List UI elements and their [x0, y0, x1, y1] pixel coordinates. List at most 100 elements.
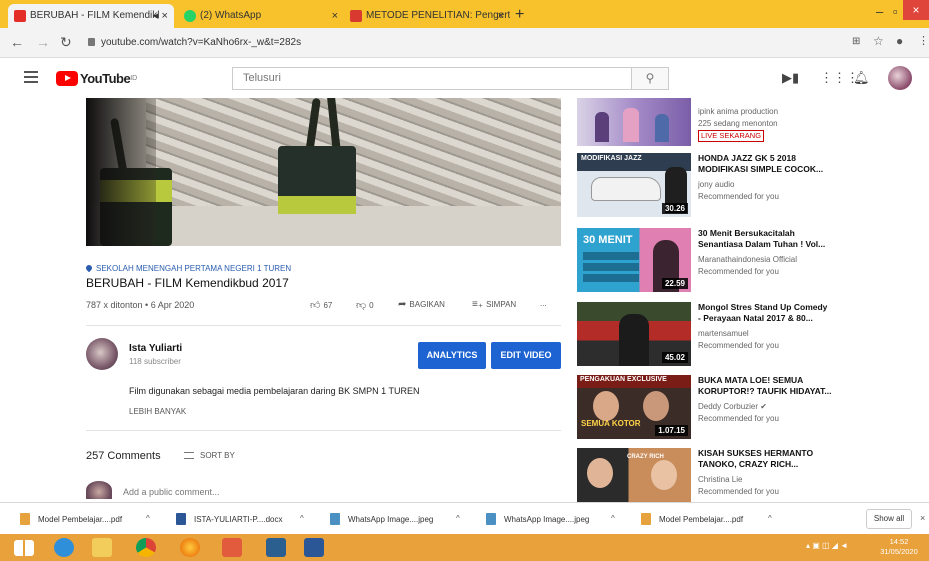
- sort-by-button[interactable]: SORT BY: [184, 451, 235, 460]
- m-favicon-icon: [350, 10, 362, 22]
- thumb-text: MODIFIKASI JAZZ: [581, 155, 642, 162]
- minimize-icon[interactable]: –: [876, 4, 883, 19]
- search-button[interactable]: ⚲: [631, 67, 669, 90]
- region-code: ID: [130, 74, 138, 82]
- channel-name[interactable]: Ista Yuliarti: [129, 343, 182, 354]
- download-filename: WhatsApp Image....jpeg: [348, 515, 434, 524]
- tab-whatsapp[interactable]: (2) WhatsApp ×: [178, 4, 344, 28]
- related-title-line: - Perayaan Natal 2017 & 80...: [698, 313, 813, 323]
- terminal-app-icon[interactable]: [266, 538, 286, 557]
- pdf-file-icon: [20, 513, 30, 525]
- related-title-line: KORUPTOR!? TAUFIK HIDAYAT...: [698, 386, 832, 396]
- related-thumbnail[interactable]: CRAZY RICH: [577, 448, 691, 502]
- download-item[interactable]: Model Pembelajar....pdf: [641, 513, 743, 525]
- download-filename: Model Pembelajar....pdf: [38, 515, 123, 524]
- download-item[interactable]: ISTA-YULIARTI-P....docx: [176, 513, 282, 525]
- related-thumbnail[interactable]: MODIFIKASI JAZZ 30.26: [577, 153, 691, 217]
- chevron-up-icon[interactable]: ^: [611, 514, 615, 523]
- add-comment-input[interactable]: Add a public comment...: [123, 487, 220, 497]
- related-title-line: BUKA MATA LOE! SEMUA: [698, 375, 804, 385]
- channel-avatar[interactable]: [86, 338, 118, 370]
- related-channel: jony audio: [698, 180, 735, 189]
- forward-arrow-icon[interactable]: →: [36, 34, 50, 50]
- chrome-icon[interactable]: [136, 538, 156, 557]
- tab-close-icon[interactable]: ◂ ×: [153, 4, 168, 28]
- location-pin-icon: [84, 263, 94, 273]
- firefox-icon[interactable]: [180, 538, 200, 557]
- thumbs-down-icon: 👎︎: [356, 300, 367, 311]
- share-button[interactable]: ➦ BAGIKAN: [398, 299, 445, 310]
- windows-start-icon[interactable]: [14, 540, 34, 556]
- download-item[interactable]: WhatsApp Image....jpeg: [486, 513, 589, 525]
- window-close-icon[interactable]: ×: [903, 0, 929, 20]
- dislike-button[interactable]: 👎︎ 0: [356, 299, 374, 311]
- thumb-text: 30 MENIT: [583, 234, 633, 246]
- video-location-link[interactable]: SEKOLAH MENENGAH PERTAMA NEGERI 1 TUREN: [84, 263, 291, 273]
- related-title-line: Mongol Stres Stand Up Comedy: [698, 302, 828, 312]
- notifications-bell-icon[interactable]: 🔔︎: [853, 70, 870, 86]
- related-title[interactable]: BUKA MATA LOE! SEMUA KORUPTOR!? TAUFIK H…: [698, 375, 848, 397]
- close-download-bar-icon[interactable]: ×: [920, 513, 925, 523]
- related-title[interactable]: KISAH SUKSES HERMANTO TANOKO, CRAZY RICH…: [698, 448, 848, 470]
- divider: [86, 430, 561, 431]
- related-meta: Recommended for you: [698, 414, 779, 423]
- translate-icon[interactable]: ⊞: [852, 36, 860, 47]
- chevron-up-icon[interactable]: ^: [768, 514, 772, 523]
- internet-explorer-icon[interactable]: [54, 538, 74, 557]
- sort-icon: [184, 452, 194, 459]
- analytics-button[interactable]: ANALYTICS: [418, 342, 486, 369]
- youtube-logo[interactable]: YouTube ID: [56, 69, 137, 87]
- create-video-icon[interactable]: ▶▮: [782, 70, 799, 86]
- bookmark-star-icon[interactable]: ☆: [873, 34, 884, 48]
- thumb-person: [619, 314, 649, 366]
- google-icon[interactable]: [222, 538, 242, 557]
- download-item[interactable]: WhatsApp Image....jpeg: [330, 513, 433, 525]
- tab-youtube[interactable]: BERUBAH - FILM Kemendikl ◂ ×: [8, 4, 174, 28]
- divider: [86, 325, 561, 326]
- url-field[interactable]: youtube.com/watch?v=KaNho6rx-_w&t=282s: [88, 33, 788, 53]
- related-thumbnail[interactable]: 45.02: [577, 302, 691, 366]
- menu-kebab-icon[interactable]: ⋮: [918, 34, 929, 47]
- related-thumbnail[interactable]: [577, 98, 691, 146]
- reload-icon[interactable]: ↻: [60, 34, 72, 51]
- taskbar-clock[interactable]: 14:52 31/05/2020: [873, 537, 925, 557]
- related-title[interactable]: Mongol Stres Stand Up Comedy - Perayaan …: [698, 302, 848, 324]
- tab-metode[interactable]: METODE PENELITIAN: Pengertia ×: [344, 4, 510, 28]
- new-tab-plus-icon[interactable]: +: [515, 6, 524, 24]
- maximize-icon[interactable]: ▫: [893, 4, 898, 19]
- hamburger-menu-icon[interactable]: [24, 71, 38, 83]
- back-arrow-icon[interactable]: ←: [10, 34, 24, 50]
- download-item[interactable]: Model Pembelajar....pdf: [20, 513, 122, 525]
- related-title-line: HONDA JAZZ GK 5 2018: [698, 153, 796, 163]
- youtube-play-icon: [56, 70, 78, 86]
- file-explorer-icon[interactable]: [92, 538, 112, 557]
- show-more-button[interactable]: LEBIH BANYAK: [129, 407, 186, 416]
- chevron-up-icon[interactable]: ^: [146, 514, 150, 523]
- like-button[interactable]: 👍︎ 67: [310, 299, 332, 311]
- video-duration: 45.02: [661, 352, 688, 363]
- chevron-up-icon[interactable]: ^: [456, 514, 460, 523]
- tab-close-icon[interactable]: ×: [332, 4, 338, 28]
- tab-close-icon[interactable]: ×: [498, 4, 504, 28]
- video-duration: 30.26: [661, 203, 688, 214]
- profile-icon[interactable]: ●: [896, 34, 903, 48]
- docx-file-icon: [176, 513, 186, 525]
- word-icon[interactable]: [304, 538, 324, 557]
- search-input[interactable]: Telusuri: [232, 67, 632, 90]
- related-thumbnail[interactable]: PENGAKUAN EXCLUSIVE SEMUA KOTOR 1.07.15: [577, 375, 691, 439]
- related-title[interactable]: HONDA JAZZ GK 5 2018 MODIFIKASI SIMPLE C…: [698, 153, 848, 175]
- related-meta: Recommended for you: [698, 341, 779, 350]
- youtube-wordmark: YouTube: [80, 70, 131, 86]
- video-duration: 22.59: [661, 278, 688, 289]
- save-button[interactable]: ≡₊ SIMPAN: [472, 299, 516, 310]
- account-avatar[interactable]: [888, 66, 912, 90]
- chevron-up-icon[interactable]: ^: [300, 514, 304, 523]
- video-player[interactable]: [86, 98, 561, 246]
- tray-icons[interactable]: ▴ ▣ ◫ ◢ ◄: [806, 541, 848, 550]
- show-all-downloads-button[interactable]: Show all: [866, 509, 912, 529]
- more-actions-button[interactable]: ...: [540, 299, 547, 308]
- related-title[interactable]: 30 Menit Bersukacitalah Senantiasa Dalam…: [698, 228, 848, 250]
- related-thumbnail[interactable]: 30 MENIT 22.59: [577, 228, 691, 292]
- edit-video-button[interactable]: EDIT VIDEO: [491, 342, 561, 369]
- thumb-text: CRAZY RICH: [627, 454, 664, 460]
